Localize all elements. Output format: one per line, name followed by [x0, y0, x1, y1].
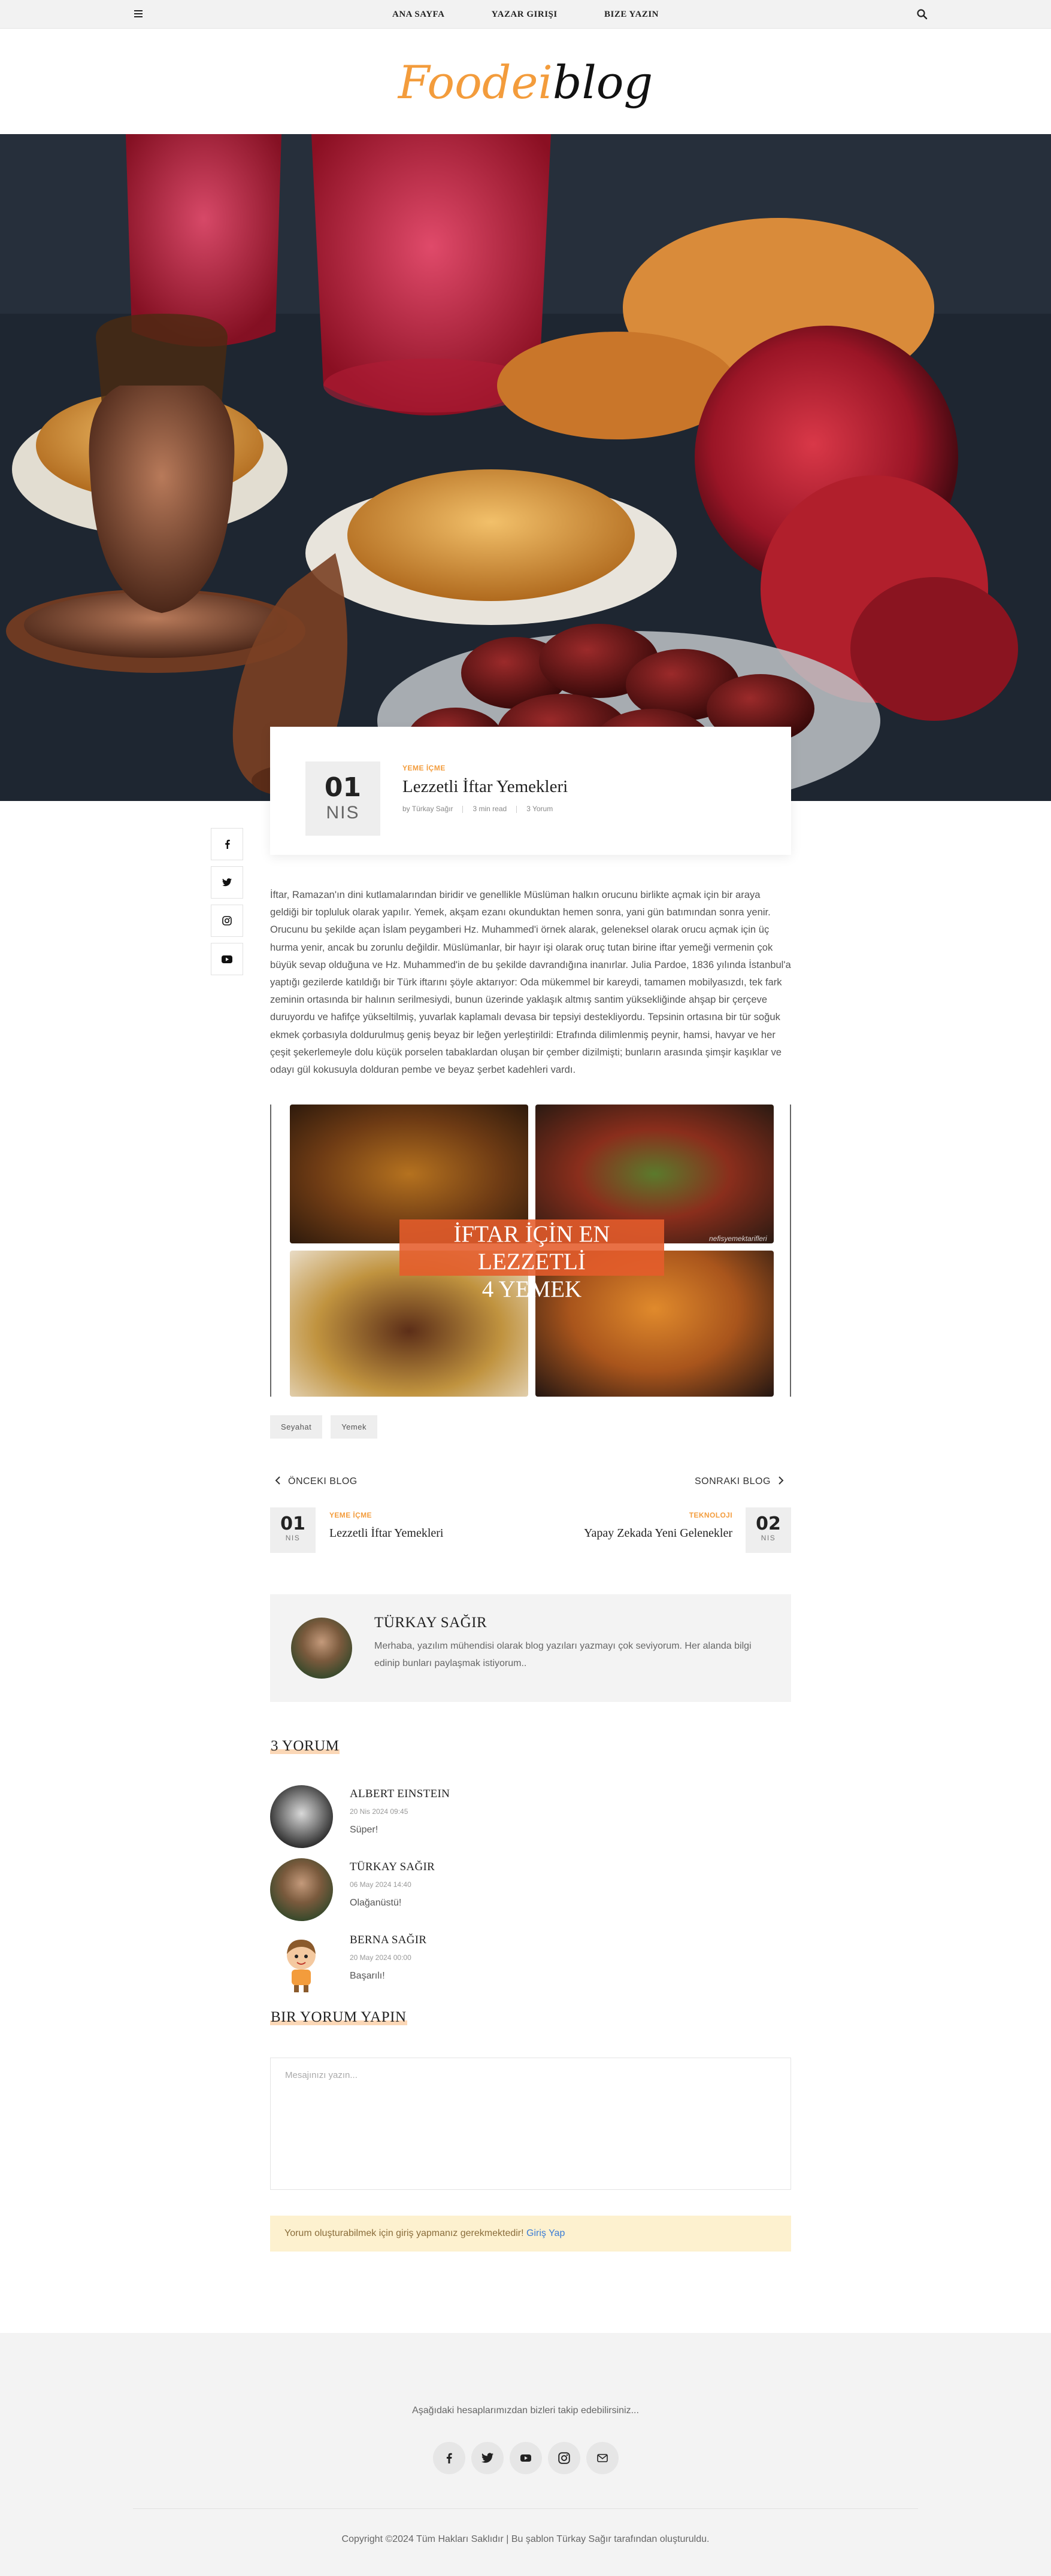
site-logo[interactable]: Foodeiblog — [0, 53, 1051, 113]
post-date-month: NIS — [326, 803, 360, 823]
twitter-icon — [222, 878, 232, 887]
author-bio: Merhaba, yazılım mühendisi olarak blog y… — [374, 1641, 752, 1668]
site-footer: Aşağıdaki hesaplarımızdan bizleri takip … — [0, 2333, 1051, 2576]
commenter-name: ALBERT EINSTEIN — [350, 1788, 450, 1800]
banner-line-1: İFTAR İÇİN EN LEZZETLİ — [453, 1221, 610, 1275]
comment-item: BERNA SAĞIR 20 May 2024 00:00 Başarılı! — [270, 1931, 791, 1997]
post-header-card: 01 NIS YEME İÇME Lezzetli İftar Yemekler… — [270, 727, 791, 855]
article-image: İFTAR İÇİN EN LEZZETLİ 4 YEMEK nefisyeme… — [270, 1105, 791, 1397]
hero-food-photo — [0, 134, 1051, 801]
login-notice-text: Yorum oluşturabilmek için giriş yapmanız… — [284, 2228, 524, 2238]
youtube-icon — [520, 2454, 531, 2462]
nav-author-login-link[interactable]: YAZAR GIRIŞI — [492, 0, 558, 29]
commenter-avatar — [270, 1858, 333, 1921]
chevron-left-icon — [275, 1476, 280, 1485]
comment-date: 20 May 2024 00:00 — [350, 1953, 411, 1962]
twitter-icon — [481, 2453, 493, 2463]
hero-image — [0, 134, 1051, 801]
tag-food[interactable]: Yemek — [331, 1415, 377, 1439]
main-nav: ANA SAYFA YAZAR GIRIŞI BIZE YAZIN — [0, 0, 1051, 29]
meta-divider — [516, 805, 517, 813]
login-required-notice: Yorum oluşturabilmek için giriş yapmanız… — [270, 2216, 791, 2252]
next-post-category[interactable]: TEKNOLOJI — [689, 1511, 732, 1519]
previous-post-month: NIS — [285, 1534, 301, 1542]
footer-instagram-button[interactable] — [547, 2442, 580, 2474]
post-date-box: 01 NIS — [305, 761, 380, 836]
banner-line-2: 4 YEMEK — [481, 1276, 582, 1302]
share-facebook-button[interactable] — [211, 828, 243, 860]
comment-text: Başarılı! — [350, 1971, 385, 1981]
post-meta: by Türkay Sağır 3 min read 3 Yorum — [402, 805, 553, 813]
footer-copyright: Copyright ©2024 Tüm Hakları Saklıdır | B… — [341, 2534, 710, 2544]
nav-home-link[interactable]: ANA SAYFA — [392, 0, 444, 29]
comment-date: 20 Nis 2024 09:45 — [350, 1807, 408, 1816]
meta-divider — [462, 805, 464, 813]
comment-item: TÜRKAY SAĞIR 06 May 2024 14:40 Olağanüst… — [270, 1858, 791, 1924]
comment-text: Süper! — [350, 1825, 378, 1835]
comments-title-text: 3 YORUM — [271, 1738, 340, 1754]
next-post-date: 02 NIS — [746, 1507, 791, 1553]
post-comment-count[interactable]: 3 Yorum — [526, 805, 553, 813]
commenter-name: TÜRKAY SAĞIR — [350, 1861, 435, 1873]
previous-post-link[interactable]: ÖNCEKI BLOG — [275, 1476, 358, 1487]
previous-post-label: ÖNCEKI BLOG — [288, 1476, 358, 1486]
instagram-icon — [222, 916, 232, 926]
post-date-day: 01 — [324, 772, 362, 803]
next-post-link[interactable]: SONRAKI BLOG — [695, 1476, 784, 1487]
search-icon[interactable] — [916, 8, 928, 20]
chevron-right-icon — [779, 1476, 784, 1485]
article-image-banner: İFTAR İÇİN EN LEZZETLİ 4 YEMEK — [399, 1219, 664, 1302]
share-twitter-button[interactable] — [211, 866, 243, 899]
comment-text: Olağanüstü! — [350, 1898, 402, 1908]
post-title: Lezzetli İftar Yemekleri — [402, 777, 568, 796]
nav-contact-link[interactable]: BIZE YAZIN — [604, 0, 659, 29]
logo-part-blog: blog — [552, 56, 653, 109]
post-tags: Seyahat Yemek — [270, 1415, 386, 1439]
top-navbar: ANA SAYFA YAZAR GIRIŞI BIZE YAZIN — [0, 0, 1051, 29]
comment-form-title-text: BIR YORUM YAPIN — [271, 2009, 407, 2025]
next-post-label: SONRAKI BLOG — [695, 1476, 771, 1486]
next-post-month: NIS — [761, 1534, 776, 1542]
comment-item: ALBERT EINSTEIN 20 Nis 2024 09:45 Süper! — [270, 1785, 791, 1851]
youtube-icon — [222, 955, 232, 963]
share-buttons — [211, 828, 244, 981]
author-name: TÜRKAY SAĞIR — [374, 1615, 487, 1631]
post-category[interactable]: YEME İÇME — [402, 764, 446, 772]
facebook-icon — [225, 839, 230, 849]
footer-youtube-button[interactable] — [509, 2442, 542, 2474]
footer-twitter-button[interactable] — [471, 2442, 504, 2474]
mail-icon — [596, 2454, 608, 2462]
login-link[interactable]: Giriş Yap — [526, 2228, 565, 2238]
commenter-avatar — [270, 1785, 333, 1848]
next-post-title[interactable]: Yapay Zekada Yeni Gelenekler — [584, 1527, 732, 1540]
footer-facebook-button[interactable] — [432, 2442, 465, 2474]
commenter-avatar — [270, 1931, 333, 1994]
footer-divider — [133, 2508, 918, 2509]
previous-post-category[interactable]: YEME İÇME — [329, 1511, 372, 1519]
previous-post-day: 01 — [280, 1513, 305, 1534]
tag-travel[interactable]: Seyahat — [270, 1415, 323, 1439]
footer-social-links — [0, 2442, 1051, 2474]
logo-part-food: Foodei — [398, 56, 553, 109]
comments-title: 3 YORUM — [270, 1738, 340, 1755]
footer-mail-button[interactable] — [586, 2442, 619, 2474]
post-author[interactable]: by Türkay Sağır — [402, 805, 453, 813]
next-post-day: 02 — [756, 1513, 781, 1534]
share-youtube-button[interactable] — [211, 943, 243, 975]
share-instagram-button[interactable] — [211, 905, 243, 937]
post-read-time: 3 min read — [473, 805, 507, 813]
commenter-name: BERNA SAĞIR — [350, 1934, 427, 1946]
facebook-icon — [446, 2453, 452, 2463]
author-avatar — [291, 1618, 352, 1679]
previous-post-title[interactable]: Lezzetli İftar Yemekleri — [329, 1527, 443, 1540]
comment-textarea[interactable] — [270, 2058, 791, 2190]
author-box: TÜRKAY SAĞIR Merhaba, yazılım mühendisi … — [270, 1594, 791, 1702]
footer-follow-text: Aşağıdaki hesaplarımızdan bizleri takip … — [412, 2405, 639, 2416]
comment-date: 06 May 2024 14:40 — [350, 1880, 411, 1889]
post-body-text: İftar, Ramazan'ın dini kutlamalarından b… — [270, 889, 791, 1076]
image-watermark: nefisyemektarifleri — [709, 1234, 767, 1243]
comment-form-title: BIR YORUM YAPIN — [270, 2009, 407, 2026]
previous-post-date: 01 NIS — [270, 1507, 316, 1553]
instagram-icon — [558, 2452, 570, 2464]
